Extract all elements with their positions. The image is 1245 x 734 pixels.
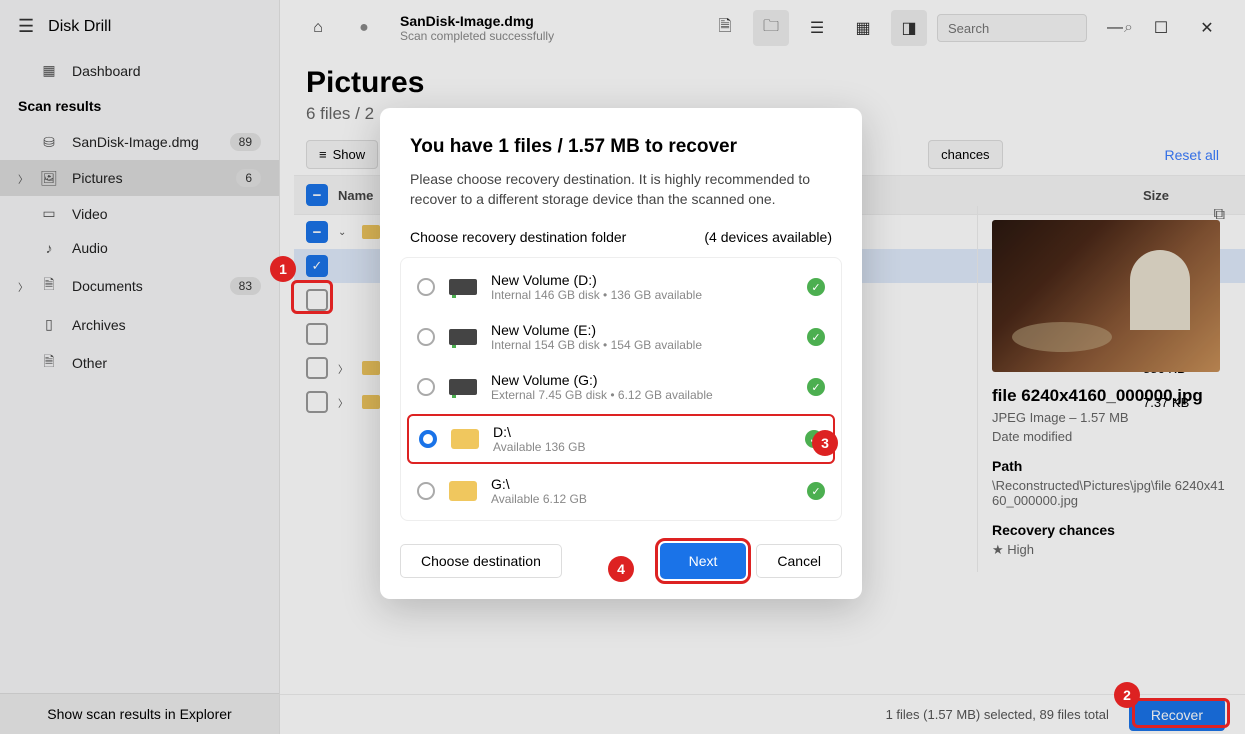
check-ok-icon: ✓ xyxy=(807,328,825,346)
folder-icon xyxy=(449,481,477,501)
dest-info: External 7.45 GB disk • 6.12 GB availabl… xyxy=(491,388,793,402)
dest-name: New Volume (D:) xyxy=(491,272,793,288)
radio-button[interactable] xyxy=(417,482,435,500)
check-ok-icon: ✓ xyxy=(807,378,825,396)
dest-info: Internal 146 GB disk • 136 GB available xyxy=(491,288,793,302)
check-ok-icon: ✓ xyxy=(807,278,825,296)
destination-item-selected[interactable]: D:\ Available 136 GB ✓ xyxy=(407,414,835,464)
radio-button[interactable] xyxy=(417,378,435,396)
dest-info: Available 6.12 GB xyxy=(491,492,793,506)
check-ok-icon: ✓ xyxy=(807,482,825,500)
destination-item[interactable]: New Volume (E:) Internal 154 GB disk • 1… xyxy=(401,312,841,362)
dest-name: G:\ xyxy=(491,476,793,492)
choose-destination-button[interactable]: Choose destination xyxy=(400,544,562,578)
cancel-button[interactable]: Cancel xyxy=(756,544,842,578)
destination-header: Choose recovery destination folder (4 de… xyxy=(400,229,842,245)
drive-icon xyxy=(449,279,477,295)
radio-button[interactable] xyxy=(417,328,435,346)
check-ok-icon: ✓ xyxy=(805,430,823,448)
dest-info: Internal 154 GB disk • 154 GB available xyxy=(491,338,793,352)
destination-item[interactable]: G:\ Available 6.12 GB ✓ xyxy=(401,466,841,516)
modal-footer: Choose destination Next Cancel xyxy=(400,543,842,579)
destination-item[interactable]: New Volume (G:) External 7.45 GB disk • … xyxy=(401,362,841,412)
dest-label: Choose recovery destination folder xyxy=(410,229,626,245)
dest-name: D:\ xyxy=(493,424,791,440)
dest-name: New Volume (G:) xyxy=(491,372,793,388)
next-button[interactable]: Next xyxy=(660,543,747,579)
dest-info: Available 136 GB xyxy=(493,440,791,454)
dest-name: New Volume (E:) xyxy=(491,322,793,338)
destination-list[interactable]: New Volume (D:) Internal 146 GB disk • 1… xyxy=(400,257,842,521)
destination-item[interactable]: New Volume (D:) Internal 146 GB disk • 1… xyxy=(401,262,841,312)
modal-description: Please choose recovery destination. It i… xyxy=(400,170,842,209)
radio-button[interactable] xyxy=(417,278,435,296)
drive-icon xyxy=(449,329,477,345)
drive-icon xyxy=(449,379,477,395)
dest-count: (4 devices available) xyxy=(704,229,832,245)
folder-icon xyxy=(451,429,479,449)
recovery-destination-modal: You have 1 files / 1.57 MB to recover Pl… xyxy=(380,108,862,599)
modal-title: You have 1 files / 1.57 MB to recover xyxy=(400,136,842,158)
radio-button[interactable] xyxy=(419,430,437,448)
